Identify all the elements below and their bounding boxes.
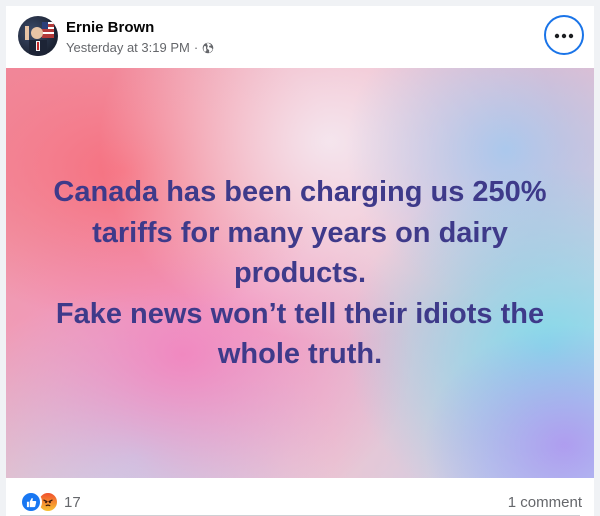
post-text: Canada has been charging us 250% tariffs… [36, 172, 564, 375]
post-timestamp[interactable]: Yesterday at 3:19 PM [66, 40, 190, 55]
like-icon [20, 491, 42, 513]
reactions-summary[interactable]: 17 [20, 491, 81, 513]
more-options-button[interactable] [544, 15, 584, 55]
author-name[interactable]: Ernie Brown [66, 19, 154, 36]
post-header: Ernie Brown Yesterday at 3:19 PM · [6, 6, 594, 68]
post-text-line: Canada has been charging us 250% [53, 176, 547, 208]
avatar-image [25, 22, 54, 56]
globe-icon [202, 42, 214, 54]
post-text-line: whole truth. [217, 338, 383, 370]
post-text-line: tariffs for many years on dairy [92, 216, 508, 249]
avatar[interactable] [18, 16, 58, 56]
post-background: Canada has been charging us 250% tariffs… [6, 68, 594, 478]
meta-separator: · [193, 40, 199, 55]
post-footer: 17 1 comment [6, 478, 594, 516]
post-meta: Yesterday at 3:19 PM · [66, 40, 214, 55]
comment-count-link[interactable]: 1 comment [508, 494, 582, 511]
reaction-count: 17 [64, 493, 81, 511]
post-text-line: products. [233, 257, 367, 289]
post-text-line: Fake news won’t tell their idiots the [55, 297, 545, 330]
post-card: Ernie Brown Yesterday at 3:19 PM · Canad… [6, 6, 594, 516]
more-horizontal-icon [554, 26, 574, 44]
